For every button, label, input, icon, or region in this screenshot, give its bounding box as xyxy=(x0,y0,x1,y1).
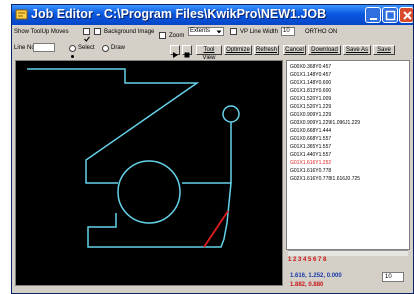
gcode-line[interactable]: G01X0.668Y1.444 xyxy=(290,128,331,134)
download-button[interactable]: Download xyxy=(308,45,341,55)
radio-dot-icon xyxy=(71,55,74,58)
select-label: Select xyxy=(78,45,95,51)
secondary-coordinate-readout: 1.882, 0.880 xyxy=(290,282,324,288)
gcode-line[interactable]: G00X0.368Y0.457 xyxy=(290,64,331,70)
gcode-list[interactable]: G00X0.368Y0.457 G01X1.148Y0.457 G01X1.148Y… xyxy=(286,60,410,250)
page-number-row[interactable]: 1 2 3 4 5 6 7 8 xyxy=(288,257,326,267)
toolpath-outline xyxy=(27,68,232,248)
app-icon xyxy=(15,9,28,20)
show-tool-moves-label: Show ToolUp Moves xyxy=(14,29,69,35)
checkmark-icon xyxy=(84,36,90,42)
gcode-line[interactable]: G01X1.365Y1.557 xyxy=(290,144,331,150)
coordinate-readout: 1.616, 1.252, 0.000 xyxy=(290,273,342,279)
stop-icon xyxy=(184,52,190,58)
maximize-button[interactable] xyxy=(382,7,398,23)
zoom-select[interactable]: Extents xyxy=(188,27,224,36)
background-image-checkbox[interactable] xyxy=(94,28,101,35)
background-image-label: Background Image xyxy=(104,29,155,35)
zoom-label: Zoom xyxy=(169,33,185,39)
optimize-button[interactable]: Optimize xyxy=(224,45,252,55)
line-count-input[interactable]: 10 xyxy=(382,272,404,282)
save-as-button[interactable]: Save As xyxy=(343,45,371,55)
select-radio[interactable] xyxy=(69,45,76,58)
minimize-icon xyxy=(370,18,377,20)
gcode-line[interactable]: G01X0.668Y1.557 xyxy=(290,136,331,142)
chevron-down-icon xyxy=(216,30,222,34)
toolpath-small-circle xyxy=(222,105,240,123)
play-icon xyxy=(173,52,178,58)
gcode-line[interactable]: G01X1.520Y1.009 xyxy=(290,96,331,102)
vp-line-width-input[interactable]: 10 xyxy=(281,27,295,36)
drawing-canvas[interactable] xyxy=(15,60,283,286)
gcode-line[interactable]: G01X1.148Y0.457 xyxy=(290,72,331,78)
toolpath-large-circle xyxy=(117,160,181,224)
refresh-button[interactable]: Refresh xyxy=(254,45,279,55)
close-icon xyxy=(403,11,412,20)
toolpath-drawing[interactable] xyxy=(16,61,282,285)
draw-label: Draw xyxy=(111,45,126,51)
save-button[interactable]: Save xyxy=(373,45,395,55)
draw-radio[interactable] xyxy=(102,45,109,52)
minimize-button[interactable] xyxy=(365,7,381,23)
cancel-button[interactable]: Cancel xyxy=(283,45,306,55)
title-bar[interactable]: Job Editor - C:\Program Files\KwikPro\NE… xyxy=(12,5,413,25)
gcode-line[interactable]: G01X1.616Y0.778 xyxy=(290,168,331,174)
show-tool-moves-checkbox[interactable] xyxy=(83,28,90,42)
tool-view-button[interactable]: Tool View xyxy=(196,45,222,61)
gcode-line[interactable]: G03X0.909Y1.229I1.096J1.229 xyxy=(290,120,360,126)
line-no-input[interactable] xyxy=(33,43,55,52)
gcode-line[interactable]: G01X1.616Y1.252 xyxy=(290,160,331,166)
gcode-line[interactable]: G01X0.909Y1.229 xyxy=(290,112,331,118)
vp-line-width-checkbox[interactable] xyxy=(230,28,237,35)
stop-button[interactable] xyxy=(182,45,192,58)
maximize-icon xyxy=(385,10,396,21)
gcode-line[interactable]: G01X1.813Y0.600 xyxy=(290,88,331,94)
job-editor-window: Job Editor - C:\Program Files\KwikPro\NE… xyxy=(11,4,414,294)
zoom-checkbox[interactable] xyxy=(159,32,166,39)
zoom-select-value: Extents xyxy=(190,28,211,34)
gcode-line[interactable]: G02X1.616Y0.778I1.616J0.725 xyxy=(290,176,360,182)
gcode-line[interactable]: G01X1.440Y1.557 xyxy=(290,152,331,158)
close-button[interactable] xyxy=(399,7,413,23)
gcode-line[interactable]: G01X1.520Y1.229 xyxy=(290,104,331,110)
window-title: Job Editor - C:\Program Files\KwikPro\NE… xyxy=(31,7,327,21)
play-button[interactable] xyxy=(170,45,180,58)
horizontal-scrollbar[interactable] xyxy=(288,250,408,256)
active-segment xyxy=(203,210,229,248)
vp-line-width-label: VP Line Width xyxy=(240,29,278,35)
gcode-line[interactable]: G01X1.148Y0.600 xyxy=(290,80,331,86)
ortho-label: ORTHO ON xyxy=(305,29,338,35)
